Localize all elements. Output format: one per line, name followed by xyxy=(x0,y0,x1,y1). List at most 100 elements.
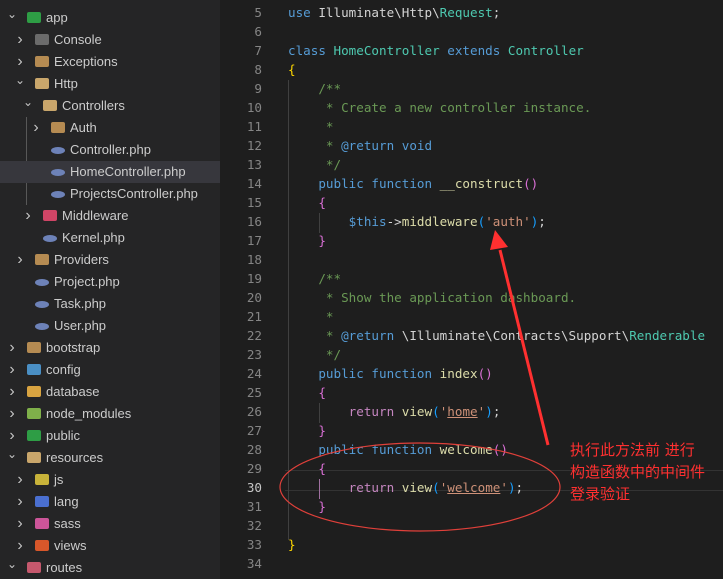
explorer-file[interactable]: User.php xyxy=(0,315,220,337)
chevron-right-icon[interactable]: › xyxy=(23,205,33,227)
line-number: 27 xyxy=(246,423,262,438)
code-token: { xyxy=(288,62,296,77)
folder-icon xyxy=(43,210,57,221)
explorer-folder[interactable]: › js xyxy=(0,469,220,491)
explorer-file[interactable]: Kernel.php xyxy=(0,227,220,249)
annotation-note-line: 登录验证 xyxy=(570,485,631,503)
chevron-down-icon[interactable]: ⌄ xyxy=(7,553,17,575)
code-editor[interactable]: 5 use Illuminate\Http\Request; 6 7 class Hom… xyxy=(220,0,723,579)
code-line[interactable]: public function index() xyxy=(288,364,492,383)
explorer-folder[interactable]: › config xyxy=(0,359,220,381)
explorer-folder[interactable]: › Middleware xyxy=(0,205,220,227)
chevron-right-icon[interactable]: › xyxy=(15,469,25,491)
chevron-down-icon[interactable]: ⌄ xyxy=(15,69,25,91)
code-line[interactable]: class HomeController extends Controller xyxy=(288,41,584,60)
code-line[interactable]: * Show the application dashboard. xyxy=(288,288,576,307)
folder-icon xyxy=(35,254,49,265)
code-line[interactable]: public function __construct() xyxy=(288,174,538,193)
explorer-item-label: Console xyxy=(54,32,102,47)
code-token: \Illuminate\Contracts\Support\ xyxy=(401,328,630,343)
chevron-right-icon[interactable]: › xyxy=(7,403,17,425)
code-line[interactable]: */ xyxy=(288,155,341,174)
explorer-file[interactable]: Task.php xyxy=(0,293,220,315)
chevron-down-icon[interactable]: ⌄ xyxy=(7,3,17,25)
code-line[interactable]: /** xyxy=(288,79,341,98)
explorer-folder[interactable]: › sass xyxy=(0,513,220,535)
chevron-right-icon[interactable]: › xyxy=(7,337,17,359)
explorer-folder[interactable]: › node_modules xyxy=(0,403,220,425)
chevron-right-icon[interactable]: › xyxy=(15,491,25,513)
explorer-folder[interactable]: › lang xyxy=(0,491,220,513)
code-line[interactable]: } xyxy=(288,497,326,516)
explorer-item-label: app xyxy=(46,10,68,25)
annotation-note-line: 执行此方法前 进行 xyxy=(570,441,695,459)
explorer-folder[interactable]: › Auth xyxy=(0,117,220,139)
code-line[interactable]: * xyxy=(288,307,334,326)
code-token: } xyxy=(288,537,296,552)
code-token: HomeController xyxy=(333,43,448,58)
chevron-right-icon[interactable]: › xyxy=(15,29,25,51)
chevron-right-icon[interactable]: › xyxy=(7,381,17,403)
code-line[interactable]: { xyxy=(288,193,326,212)
explorer-folder[interactable]: › views xyxy=(0,535,220,557)
code-line[interactable]: return view('home'); xyxy=(288,402,501,421)
explorer-file[interactable]: ProjectsController.php xyxy=(0,183,220,205)
chevron-right-icon[interactable]: › xyxy=(15,249,25,271)
code-line[interactable]: /** xyxy=(288,269,341,288)
explorer-folder[interactable]: › Console xyxy=(0,29,220,51)
code-line[interactable]: } xyxy=(288,231,326,250)
php-file-icon xyxy=(35,323,49,330)
code-line[interactable]: { xyxy=(288,459,326,478)
chevron-right-icon[interactable]: › xyxy=(7,359,17,381)
explorer-folder[interactable]: ⌄ resources xyxy=(0,447,220,469)
explorer-file[interactable]: Project.php xyxy=(0,271,220,293)
explorer-file[interactable]: Controller.php xyxy=(0,139,220,161)
code-line[interactable]: { xyxy=(288,383,326,402)
chevron-right-icon[interactable]: › xyxy=(15,513,25,535)
code-line[interactable]: } xyxy=(288,535,296,554)
explorer-file[interactable]: HomeController.php xyxy=(0,161,220,183)
chevron-right-icon[interactable]: › xyxy=(31,117,41,139)
code-line[interactable]: } xyxy=(288,421,326,440)
line-number: 5 xyxy=(254,5,262,20)
code-token: * xyxy=(288,138,342,153)
code-token: * Create a new controller instance. xyxy=(288,100,592,115)
explorer-item-label: Exceptions xyxy=(54,54,118,69)
annotation-note-line: 构造函数中的中间件 xyxy=(570,463,706,481)
explorer-folder[interactable]: › public xyxy=(0,425,220,447)
chevron-down-icon[interactable]: ⌄ xyxy=(23,91,33,113)
code-token: ; xyxy=(492,5,501,20)
code-line[interactable]: return view('welcome'); xyxy=(288,478,523,497)
code-token: $this xyxy=(348,214,387,229)
explorer-folder[interactable]: › Exceptions xyxy=(0,51,220,73)
explorer-folder[interactable]: ⌄ Controllers xyxy=(0,95,220,117)
code-line[interactable]: * Create a new controller instance. xyxy=(288,98,591,117)
explorer-folder[interactable]: ⌄ app xyxy=(0,7,220,29)
code-token: ( xyxy=(432,404,440,419)
code-line[interactable]: use Illuminate\Http\Request; xyxy=(288,3,500,22)
explorer-item-label: HomeController.php xyxy=(70,164,186,179)
explorer-folder[interactable]: › bootstrap xyxy=(0,337,220,359)
code-token: ' xyxy=(500,480,508,495)
explorer-folder[interactable]: ⌄ routes xyxy=(0,557,220,579)
code-token: { xyxy=(318,385,326,400)
code-line[interactable]: * @return void xyxy=(288,136,432,155)
code-token: { xyxy=(318,195,326,210)
explorer-item-label: js xyxy=(54,472,64,487)
code-line[interactable]: */ xyxy=(288,345,341,364)
code-line[interactable]: $this->middleware('auth'); xyxy=(288,212,546,231)
file-explorer: ⌄ app › Console › Exceptions ⌄ Http ⌄ Controllers… xyxy=(0,0,220,579)
code-line[interactable]: { xyxy=(288,60,296,79)
explorer-folder[interactable]: › Providers xyxy=(0,249,220,271)
code-token: view xyxy=(401,480,433,495)
code-token: */ xyxy=(288,157,342,172)
code-line[interactable]: * @return \Illuminate\Contracts\Support\… xyxy=(288,326,705,345)
line-number: 12 xyxy=(246,138,262,153)
chevron-down-icon[interactable]: ⌄ xyxy=(7,443,17,465)
explorer-folder[interactable]: › database xyxy=(0,381,220,403)
code-line[interactable]: public function welcome() xyxy=(288,440,508,459)
code-line[interactable]: * xyxy=(288,117,334,136)
code-token: * xyxy=(288,328,342,343)
